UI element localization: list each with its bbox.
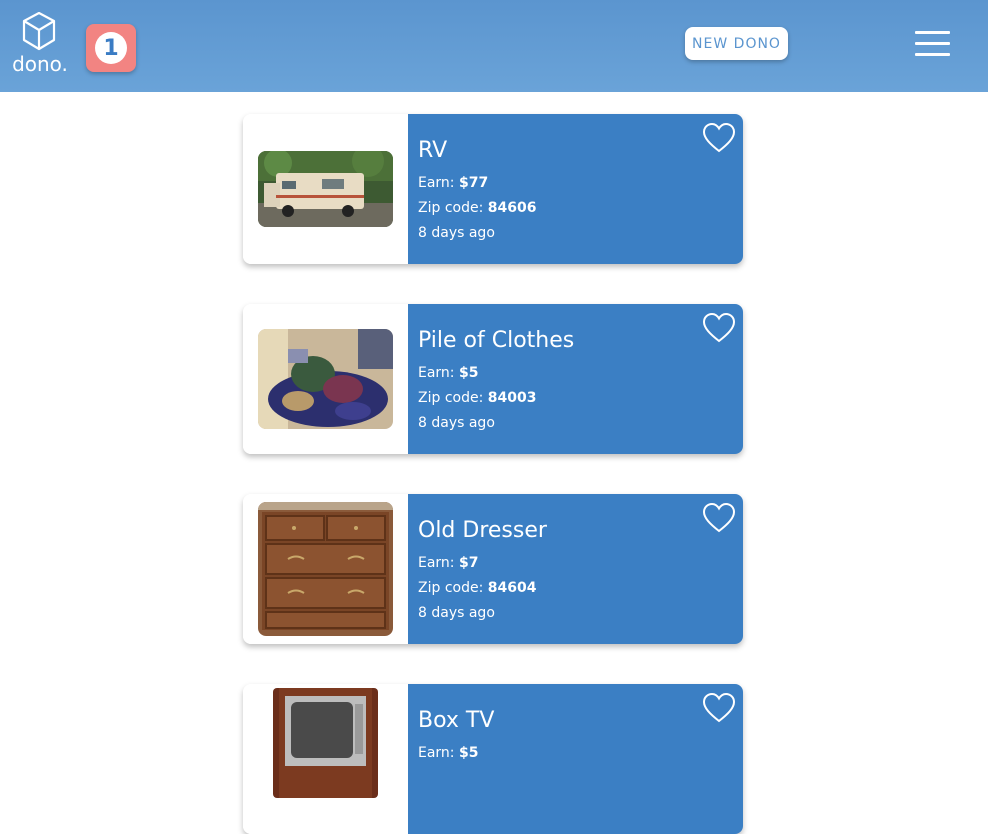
logo-text: dono. [12, 52, 68, 76]
menu-button[interactable] [912, 28, 952, 60]
listing-zip: Zip code: 84606 [418, 200, 537, 216]
hamburger-menu-icon [915, 53, 950, 56]
earn-value: $7 [458, 555, 479, 571]
zip-value: 84606 [487, 200, 537, 216]
heart-outline-icon[interactable] [702, 692, 736, 724]
listing-earn: Earn: $7 [418, 555, 479, 571]
listing-zip: Zip code: 84003 [418, 390, 537, 406]
notification-badge[interactable]: 1 [86, 24, 136, 72]
notification-count: 1 [95, 32, 127, 64]
listing-card[interactable]: Box TV Earn: $5 [243, 684, 743, 834]
box-logo-icon [22, 12, 56, 51]
listing-earn: Earn: $77 [418, 175, 489, 191]
dresser-photo [258, 502, 393, 636]
zip-value: 84003 [487, 390, 537, 406]
logo[interactable]: dono. [10, 12, 70, 76]
heart-outline-icon[interactable] [702, 122, 736, 154]
listing-earn: Earn: $5 [418, 365, 479, 381]
earn-value: $77 [458, 175, 489, 191]
hamburger-menu-icon [915, 31, 950, 34]
listing-posted: 8 days ago [418, 225, 495, 241]
listing-card[interactable]: Old Dresser Earn: $7 Zip code: 84604 8 d… [243, 494, 743, 644]
earn-value: $5 [458, 365, 479, 381]
listing-posted: 8 days ago [418, 415, 495, 431]
rv-photo [258, 151, 393, 227]
listing-card[interactable]: RV Earn: $77 Zip code: 84606 8 days ago [243, 114, 743, 264]
heart-outline-icon[interactable] [702, 312, 736, 344]
hamburger-menu-icon [915, 42, 950, 45]
new-dono-button[interactable]: NEW DONO [685, 27, 788, 60]
listing-posted: 8 days ago [418, 605, 495, 621]
tv-photo [273, 688, 378, 798]
listing-zip: Zip code: 84604 [418, 580, 537, 596]
zip-value: 84604 [487, 580, 537, 596]
listing-title: Box TV [418, 708, 495, 733]
clothes-photo [258, 329, 393, 429]
listing-earn: Earn: $5 [418, 745, 479, 761]
earn-value: $5 [458, 745, 479, 761]
listing-title: Pile of Clothes [418, 328, 575, 353]
app-header: dono. 1 NEW DONO [0, 0, 988, 92]
heart-outline-icon[interactable] [702, 502, 736, 534]
listing-title: RV [418, 138, 448, 163]
listing-title: Old Dresser [418, 518, 547, 543]
listing-card[interactable]: Pile of Clothes Earn: $5 Zip code: 84003… [243, 304, 743, 454]
